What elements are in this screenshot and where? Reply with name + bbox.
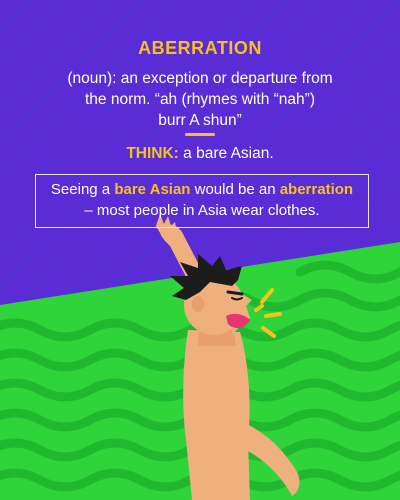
example-suffix: – most people in Asia wear clothes.	[84, 202, 320, 219]
torso	[183, 330, 250, 500]
yellow-divider	[185, 133, 215, 136]
word-title: ABERRATION	[138, 38, 262, 58]
flashcard: ABERRATION (noun): an exception or depar…	[0, 0, 400, 500]
example-sentence-box: Seeing a bare Asian would be an aberrati…	[35, 174, 369, 228]
example-middle: would be an	[190, 181, 280, 198]
think-text: a bare Asian.	[178, 145, 274, 162]
definition-line: burr A shun”	[158, 112, 242, 129]
ear	[192, 296, 204, 312]
example-highlight-bare-asian: bare Asian	[114, 181, 191, 198]
example-prefix: Seeing a	[50, 181, 115, 198]
example-highlight-aberration: aberration	[279, 181, 354, 198]
definition: (noun): an exception or departure from t…	[30, 68, 370, 131]
definition-line: (noun): an exception or departure from	[67, 70, 333, 87]
think-line: THINK: a bare Asian.	[0, 145, 400, 163]
think-label: THINK:	[126, 145, 179, 162]
definition-line: the norm. “ah (rhymes with “nah”)	[85, 91, 315, 108]
eyebrow	[226, 290, 244, 296]
